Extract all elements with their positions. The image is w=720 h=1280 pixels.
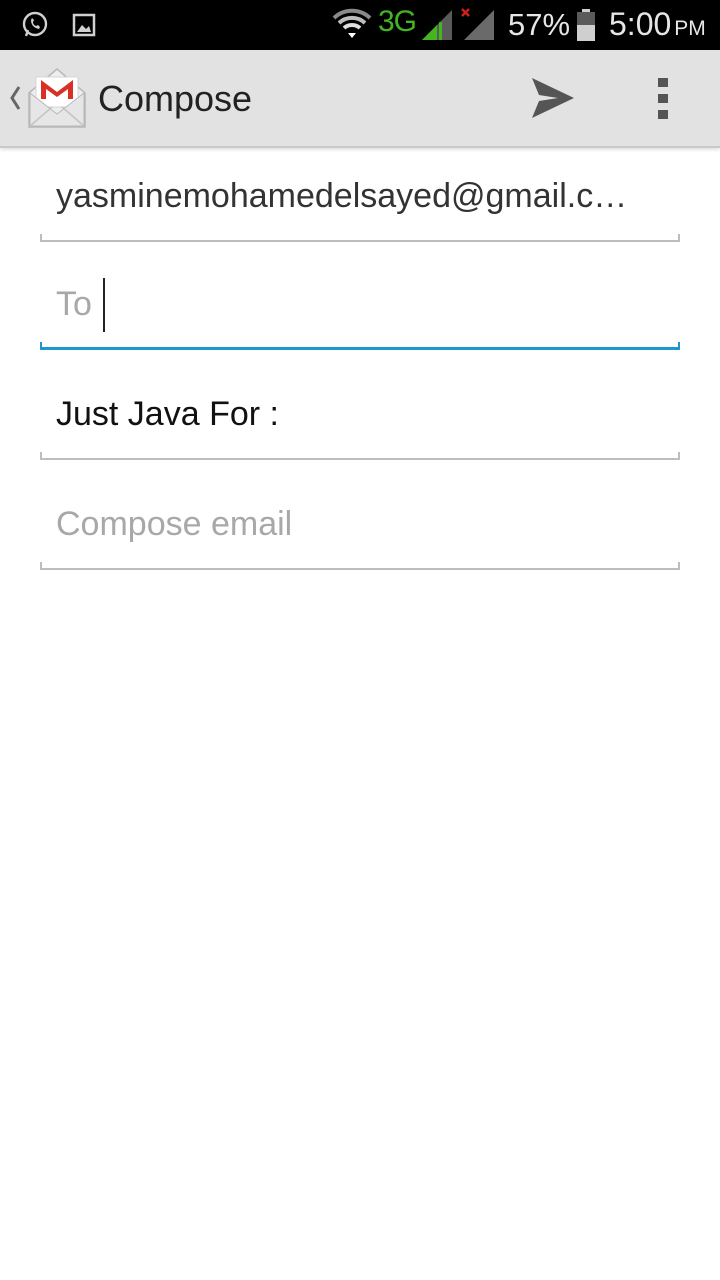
subject-field[interactable]: [40, 366, 680, 460]
from-account[interactable]: yasminemohamedelsayed@gmail.c…: [56, 177, 658, 216]
action-bar: Compose: [0, 50, 720, 148]
signal-icon: [422, 10, 452, 40]
overflow-menu-icon: [658, 78, 668, 119]
clock-label: 5:00 PM: [609, 6, 706, 43]
whatsapp-icon: [22, 11, 48, 37]
from-field-underline: [40, 234, 680, 242]
subject-field-underline: [40, 452, 680, 460]
clock-period: PM: [674, 17, 706, 40]
subject-input[interactable]: [56, 389, 656, 439]
gmail-icon: [28, 68, 86, 128]
up-navigation-button[interactable]: [0, 50, 92, 146]
battery-icon: [577, 9, 595, 41]
to-field[interactable]: [40, 258, 680, 350]
status-bar: 3G 57% 5:00 PM: [0, 0, 720, 50]
body-field-underline: [40, 562, 680, 570]
to-field-underline: [40, 342, 680, 350]
clock-time: 5:00: [609, 6, 672, 42]
overflow-menu-button[interactable]: [640, 72, 686, 124]
battery-percent-label: 57%: [508, 7, 571, 42]
compose-email-input[interactable]: [56, 499, 656, 549]
gallery-icon: [72, 13, 96, 37]
wifi-icon: [332, 8, 372, 38]
page-title: Compose: [98, 78, 253, 119]
from-field[interactable]: yasminemohamedelsayed@gmail.c…: [40, 150, 680, 242]
network-type-label: 3G: [378, 5, 417, 38]
text-cursor: [103, 278, 105, 332]
send-icon: [532, 78, 574, 118]
body-field[interactable]: [40, 476, 680, 570]
chevron-left-icon: [10, 86, 21, 110]
to-input[interactable]: [56, 278, 656, 330]
signal-no-data-icon: [461, 8, 494, 40]
send-button[interactable]: [522, 72, 582, 124]
